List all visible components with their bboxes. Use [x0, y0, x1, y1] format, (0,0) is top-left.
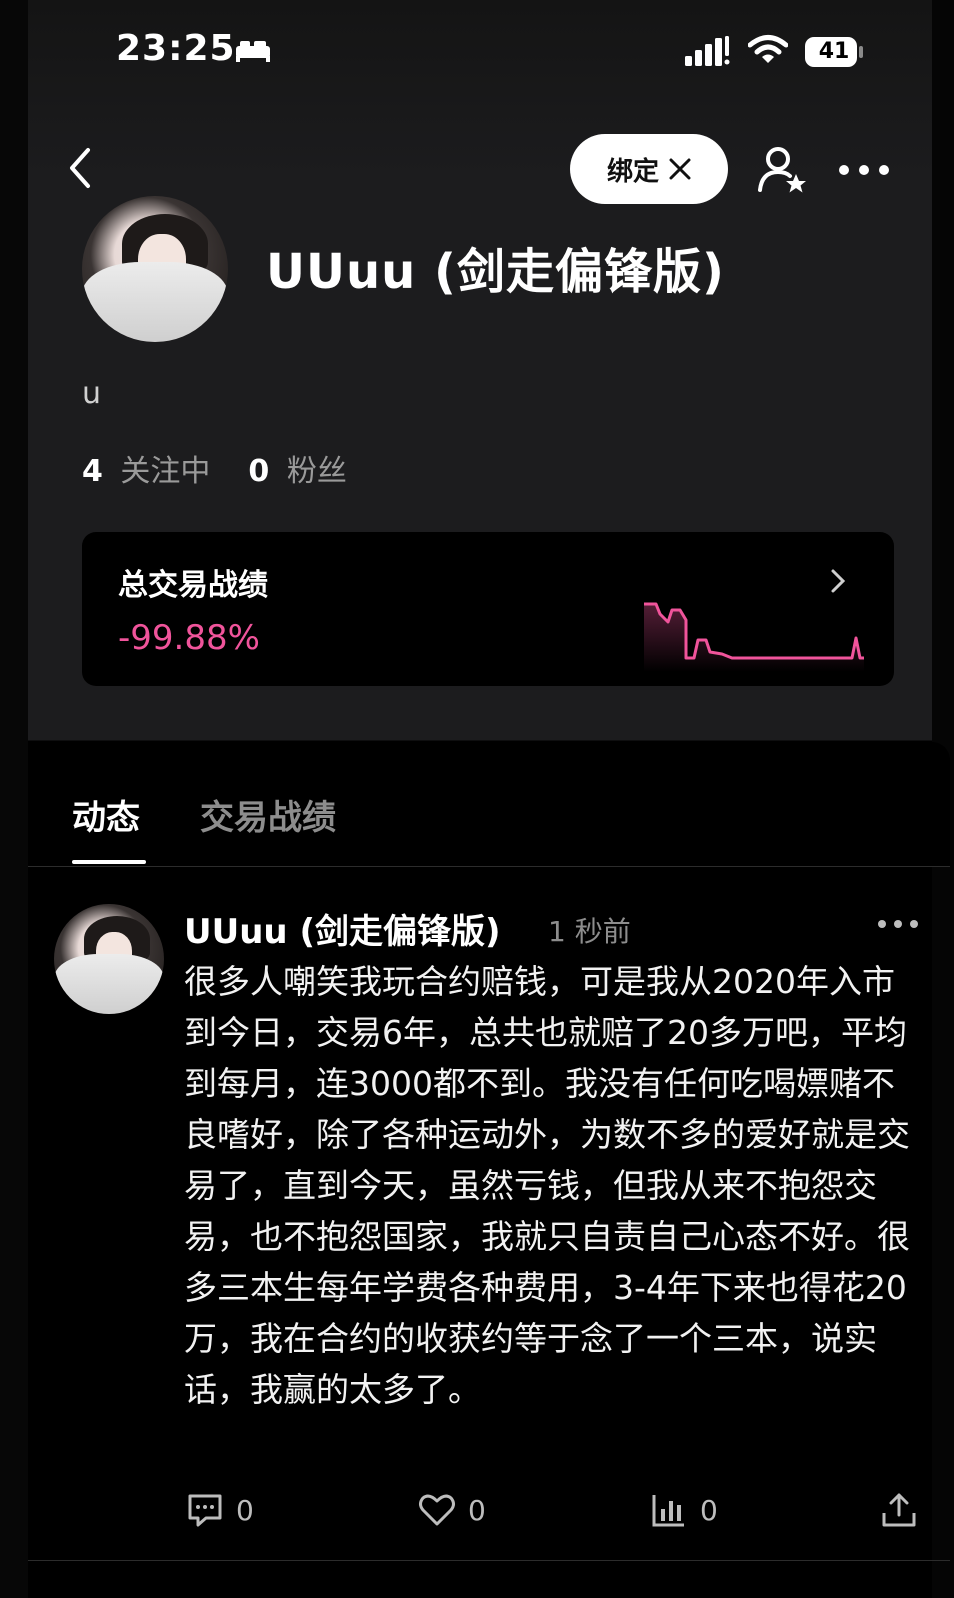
view-count: 0 [700, 1493, 718, 1527]
following-count: 4 [82, 454, 103, 489]
share-icon [882, 1493, 916, 1527]
share-button[interactable] [880, 1488, 918, 1532]
comment-count: 0 [236, 1493, 254, 1527]
tab-posts[interactable]: 动态 [72, 790, 140, 839]
followers-count: 0 [248, 454, 270, 489]
x-logo-icon [669, 158, 691, 180]
more-icon[interactable] [838, 158, 890, 182]
comment-icon [188, 1494, 222, 1527]
bind-button-label: 绑定 [606, 156, 659, 187]
post-author-name[interactable]: UUuu (剑走偏锋版) [184, 904, 501, 953]
followers-label: 粉丝 [286, 454, 347, 489]
follow-user-icon[interactable] [756, 144, 808, 194]
battery-level: 41 [818, 39, 850, 64]
profile-avatar[interactable] [82, 196, 228, 342]
stats-icon [652, 1495, 684, 1527]
comment-button[interactable]: 0 [186, 1488, 254, 1532]
back-icon[interactable] [66, 146, 96, 190]
post-text: 很多人嘲笑我玩合约赔钱，可是我从2020年入市到今日，交易6年，总共也就赔了20… [184, 962, 910, 1409]
following-label: 关注中 [120, 454, 211, 489]
chevron-right-icon [831, 569, 846, 593]
bed-icon [236, 41, 270, 62]
performance-title: 总交易战绩 [118, 568, 268, 603]
post-divider [28, 1560, 950, 1561]
tabs-divider [28, 866, 950, 867]
tab-trading-record[interactable]: 交易战绩 [200, 790, 336, 839]
post-timestamp: 1 秒前 [548, 915, 631, 948]
active-tab-indicator [72, 860, 146, 864]
profile-name: UUuu (剑走偏锋版) [266, 244, 725, 300]
views-button[interactable]: 0 [650, 1488, 718, 1532]
followers-stat[interactable]: 0 粉丝 [248, 446, 346, 490]
profile-stats: 4 关注中 0 粉丝 [82, 446, 347, 490]
wifi-icon [748, 35, 788, 63]
heart-icon [419, 1494, 455, 1526]
status-bar: 23:25 41 [0, 28, 954, 78]
trading-performance-card[interactable]: 总交易战绩 -99.88% [82, 532, 894, 686]
like-button[interactable]: 0 [418, 1488, 486, 1532]
signal-icon [685, 36, 730, 66]
post-author-avatar[interactable] [54, 904, 164, 1014]
following-stat[interactable]: 4 关注中 [82, 446, 210, 490]
performance-sparkline [644, 602, 864, 672]
performance-value: -99.88% [118, 618, 260, 658]
post-more-icon[interactable] [876, 916, 920, 932]
like-count: 0 [468, 1493, 486, 1527]
tabs-container [28, 742, 950, 866]
bind-x-button[interactable]: 绑定 [570, 134, 728, 204]
profile-bio: u [82, 376, 102, 411]
status-time: 23:25 [116, 28, 236, 69]
